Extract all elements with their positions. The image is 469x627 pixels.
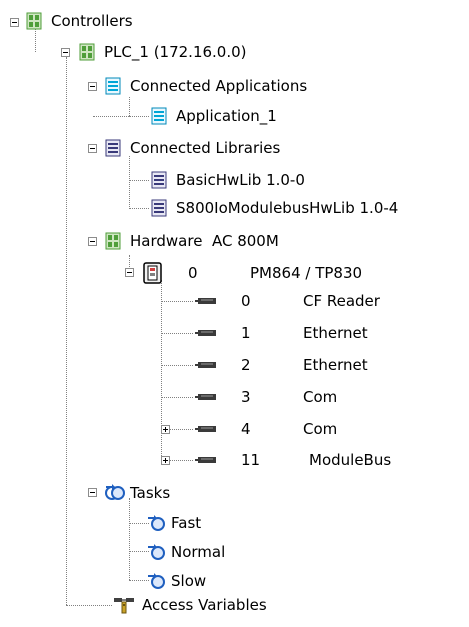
cpu-name: PM864 / TP830 bbox=[250, 264, 363, 282]
tree-node-task-slow[interactable]: Slow bbox=[147, 568, 206, 594]
task-icon bbox=[147, 571, 167, 591]
tree-node-tasks[interactable]: Tasks bbox=[104, 480, 170, 506]
tree-node-task-fast[interactable]: Fast bbox=[147, 510, 201, 536]
unit-name: CF Reader bbox=[303, 292, 380, 310]
tree-node-unit-4[interactable]: 4 Com bbox=[195, 416, 337, 442]
expand-toggle-unit-11[interactable] bbox=[161, 456, 170, 465]
tree-line bbox=[170, 460, 193, 461]
tree-node-application-1[interactable]: Application_1 bbox=[150, 103, 277, 129]
tree-line bbox=[161, 301, 193, 302]
collapse-toggle-tasks[interactable] bbox=[88, 488, 97, 497]
port-connector-icon bbox=[195, 296, 219, 306]
tree-node-unit-1[interactable]: 1 Ethernet bbox=[195, 320, 368, 346]
tree-node-task-normal[interactable]: Normal bbox=[147, 539, 225, 565]
library-doc-icon bbox=[150, 199, 168, 217]
node-label: Connected Applications bbox=[130, 77, 308, 95]
unit-position: 3 bbox=[241, 388, 251, 406]
controller-rack-icon bbox=[25, 12, 43, 30]
tree-node-cpu-pm864[interactable]: 0 PM864 / TP830 bbox=[142, 260, 362, 286]
unit-position: 4 bbox=[241, 420, 251, 438]
unit-name: Ethernet bbox=[303, 356, 368, 374]
access-variables-icon bbox=[112, 595, 136, 615]
unit-position: 2 bbox=[241, 356, 251, 374]
tree-line bbox=[161, 365, 193, 366]
collapse-toggle-hardware[interactable] bbox=[88, 237, 97, 246]
project-explorer-tree: Controllers PLC_1 (172.16.0.0) Connected… bbox=[0, 0, 469, 627]
controller-rack-icon bbox=[78, 43, 96, 61]
unit-name: ModuleBus bbox=[309, 451, 392, 469]
port-connector-icon bbox=[195, 328, 219, 338]
cpu-module-icon bbox=[142, 262, 164, 284]
tree-line bbox=[129, 116, 149, 117]
tree-line bbox=[129, 97, 130, 116]
node-label: Tasks bbox=[130, 484, 171, 502]
tree-line bbox=[170, 429, 193, 430]
port-connector-icon bbox=[195, 455, 219, 465]
tree-line bbox=[129, 498, 130, 580]
collapse-toggle-connected-apps[interactable] bbox=[88, 82, 97, 91]
node-label: Application_1 bbox=[176, 107, 277, 125]
tree-line bbox=[66, 605, 112, 606]
node-label: Slow bbox=[171, 572, 207, 590]
node-label: PLC_1 (172.16.0.0) bbox=[104, 43, 247, 61]
tree-node-plc[interactable]: PLC_1 (172.16.0.0) bbox=[78, 39, 247, 65]
tree-node-controllers[interactable]: Controllers bbox=[25, 8, 133, 34]
tree-line bbox=[129, 580, 149, 581]
tree-node-unit-0[interactable]: 0 CF Reader bbox=[195, 288, 380, 314]
collapse-toggle-controllers[interactable] bbox=[10, 18, 19, 27]
unit-name: Com bbox=[303, 420, 338, 438]
expand-toggle-unit-4[interactable] bbox=[161, 425, 170, 434]
tree-line bbox=[161, 397, 193, 398]
node-label: Hardware AC 800M bbox=[130, 232, 279, 250]
tree-line bbox=[129, 208, 149, 209]
library-doc-icon bbox=[104, 139, 122, 157]
application-doc-icon bbox=[104, 77, 122, 95]
port-connector-icon bbox=[195, 360, 219, 370]
tree-node-lib-s800iomodulebushwlib[interactable]: S800IoModulebusHwLib 1.0-4 bbox=[150, 195, 398, 221]
tree-node-hardware[interactable]: Hardware AC 800M bbox=[104, 228, 279, 254]
unit-name: Ethernet bbox=[303, 324, 368, 342]
unit-position: 11 bbox=[241, 451, 261, 469]
node-label: BasicHwLib 1.0-0 bbox=[176, 171, 305, 189]
collapse-toggle-plc[interactable] bbox=[61, 48, 70, 57]
tree-line bbox=[66, 57, 67, 605]
tree-line bbox=[161, 333, 193, 334]
unit-position: 1 bbox=[241, 324, 251, 342]
node-label: S800IoModulebusHwLib 1.0-4 bbox=[176, 199, 399, 217]
unit-name: Com bbox=[303, 388, 338, 406]
tree-line bbox=[129, 156, 130, 207]
tree-node-unit-3[interactable]: 3 Com bbox=[195, 384, 337, 410]
cpu-position: 0 bbox=[188, 264, 198, 282]
tasks-icon bbox=[104, 482, 126, 504]
controller-rack-icon bbox=[104, 232, 122, 250]
node-label: Controllers bbox=[51, 12, 133, 30]
tree-line bbox=[129, 523, 149, 524]
unit-position: 0 bbox=[241, 292, 251, 310]
tree-node-access-variables[interactable]: Access Variables bbox=[112, 592, 267, 618]
application-doc-icon bbox=[150, 107, 168, 125]
port-connector-icon bbox=[195, 424, 219, 434]
node-label: Connected Libraries bbox=[130, 139, 281, 157]
node-label: Fast bbox=[171, 514, 202, 532]
tree-node-connected-libraries[interactable]: Connected Libraries bbox=[104, 135, 280, 161]
task-icon bbox=[147, 542, 167, 562]
tree-node-connected-applications[interactable]: Connected Applications bbox=[104, 73, 307, 99]
node-label: Normal bbox=[171, 543, 226, 561]
tree-line bbox=[93, 116, 129, 117]
tree-line bbox=[129, 551, 149, 552]
library-doc-icon bbox=[150, 171, 168, 189]
tree-line bbox=[129, 180, 149, 181]
collapse-toggle-connected-libs[interactable] bbox=[88, 144, 97, 153]
tree-node-unit-2[interactable]: 2 Ethernet bbox=[195, 352, 368, 378]
port-connector-icon bbox=[195, 392, 219, 402]
tree-node-unit-11[interactable]: 11 ModuleBus bbox=[195, 447, 391, 473]
node-label: Access Variables bbox=[142, 596, 267, 614]
collapse-toggle-cpu[interactable] bbox=[125, 268, 134, 277]
tree-node-lib-basichwlib[interactable]: BasicHwLib 1.0-0 bbox=[150, 167, 305, 193]
task-icon bbox=[147, 513, 167, 533]
